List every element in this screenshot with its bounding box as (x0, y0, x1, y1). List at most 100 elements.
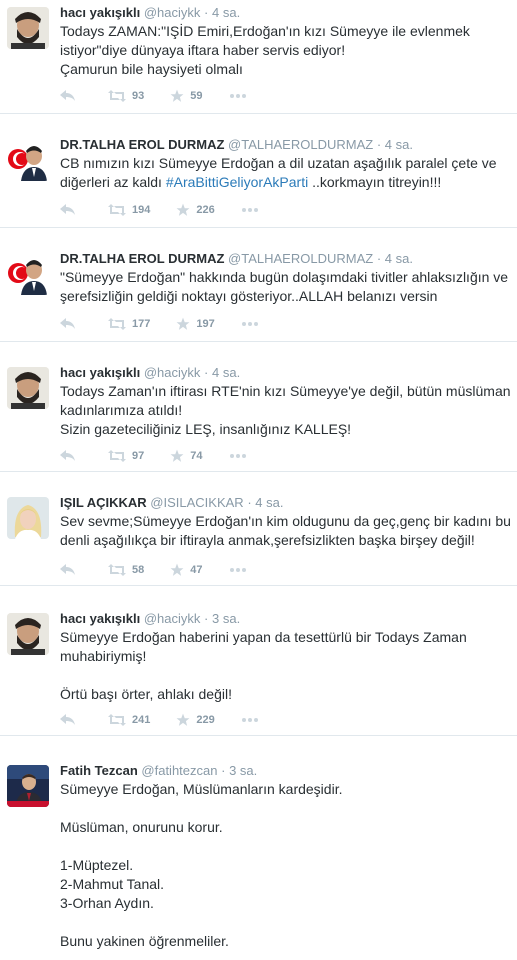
retweet-icon (108, 564, 126, 576)
retweet-count: 177 (132, 318, 151, 330)
avatar[interactable] (7, 765, 49, 807)
reply-icon[interactable] (60, 714, 76, 726)
separator: · (376, 251, 382, 266)
avatar[interactable] (7, 139, 49, 181)
retweet-count: 97 (132, 450, 145, 462)
separator: · (204, 611, 209, 626)
retweet-button[interactable]: 58 (108, 564, 144, 576)
retweet-button[interactable]: 194 (108, 204, 150, 216)
tweet-text: CB nımızın kızı Sümeyye Erdoğan a dil uz… (60, 154, 511, 192)
reply-icon[interactable] (60, 564, 76, 576)
reply-icon[interactable] (60, 90, 76, 102)
author-name[interactable]: DR.TALHA EROL DURMAZ (60, 137, 224, 152)
tweet-text: "Sümeyye Erdoğan" hakkında bugün dolaşım… (60, 269, 512, 304)
favorite-button[interactable]: 226 (176, 203, 215, 217)
tweet[interactable]: hacı yakışıklı @haciykk · 3 sa. Sümeyye … (0, 586, 517, 736)
tweet-actions: 177 197 (60, 315, 259, 333)
retweet-button[interactable]: 177 (108, 318, 150, 330)
retweet-icon (108, 318, 126, 330)
separator: · (247, 495, 252, 510)
reply-icon[interactable] (60, 450, 76, 462)
author-name[interactable]: hacı yakışıklı (60, 5, 140, 20)
more-icon[interactable] (241, 717, 259, 723)
timestamp[interactable]: 3 sa. (229, 763, 257, 778)
more-icon[interactable] (229, 93, 247, 99)
retweet-icon (108, 714, 126, 726)
star-icon (176, 203, 190, 216)
separator: · (204, 5, 209, 20)
retweet-button[interactable]: 241 (108, 714, 150, 726)
star-icon (176, 713, 190, 726)
author-handle[interactable]: @haciykk (144, 365, 201, 380)
tweet[interactable]: Fatih Tezcan @fatihtezcan · 3 sa. Sümeyy… (0, 736, 517, 960)
avatar[interactable] (7, 253, 49, 295)
author-handle[interactable]: @fatihtezcan (141, 763, 217, 778)
author-name[interactable]: Fatih Tezcan (60, 763, 138, 778)
tweet-text: Todays ZAMAN:"IŞİD Emiri,Erdoğan'ın kızı… (60, 23, 470, 77)
favorite-count: 229 (196, 714, 215, 726)
favorite-button[interactable]: 74 (170, 449, 203, 463)
avatar[interactable] (7, 367, 49, 409)
timestamp[interactable]: 4 sa. (385, 251, 413, 266)
favorite-button[interactable]: 47 (170, 563, 203, 577)
favorite-count: 74 (190, 450, 203, 462)
author-handle[interactable]: @haciykk (144, 5, 201, 20)
hashtag-link[interactable]: #AraBittiGeliyorAkParti (166, 174, 308, 190)
retweet-count: 194 (132, 204, 151, 216)
tweet[interactable]: DR.TALHA EROL DURMAZ @TALHAEROLDURMAZ · … (0, 114, 517, 228)
tweet[interactable]: hacı yakışıklı @haciykk · 4 sa. Todays Z… (0, 342, 517, 472)
tweet-text: Todays Zaman'ın iftirası RTE'nin kızı Sü… (60, 383, 511, 437)
favorite-button[interactable]: 229 (176, 713, 215, 727)
retweet-count: 93 (132, 90, 145, 102)
author-handle[interactable]: @TALHAEROLDURMAZ (228, 251, 373, 266)
more-icon[interactable] (241, 321, 259, 327)
favorite-button[interactable]: 197 (176, 317, 215, 331)
favorite-count: 226 (196, 204, 215, 216)
star-icon (170, 563, 184, 576)
author-handle[interactable]: @ISILACIKKAR (150, 495, 243, 510)
retweet-count: 58 (132, 564, 145, 576)
tweet-actions: 97 74 (60, 447, 247, 465)
tweet-text: Sev sevme;Sümeyye Erdoğan'ın kim oldugun… (60, 513, 515, 548)
retweet-icon (108, 90, 126, 102)
author-name[interactable]: hacı yakışıklı (60, 365, 140, 380)
more-icon[interactable] (229, 453, 247, 459)
favorite-count: 59 (190, 90, 203, 102)
tweet-actions: 58 47 (60, 561, 247, 579)
tweet-text-part: ..korkmayın titreyin!!! (308, 174, 442, 190)
timestamp[interactable]: 4 sa. (255, 495, 283, 510)
retweet-button[interactable]: 97 (108, 450, 144, 462)
author-handle[interactable]: @TALHAEROLDURMAZ (228, 137, 373, 152)
tweet-actions: 93 59 (60, 87, 247, 105)
tweet-text: Sümeyye Erdoğan haberini yapan da tesett… (60, 629, 467, 702)
separator: · (376, 137, 382, 152)
timestamp[interactable]: 3 sa. (212, 611, 240, 626)
more-icon[interactable] (229, 567, 247, 573)
separator: · (221, 763, 226, 778)
author-handle[interactable]: @haciykk (144, 611, 201, 626)
timestamp[interactable]: 4 sa. (212, 365, 240, 380)
tweet-actions: 241 229 (60, 711, 259, 729)
tweet[interactable]: hacı yakışıklı @haciykk · 4 sa. Todays Z… (0, 0, 517, 114)
tweet[interactable]: DR.TALHA EROL DURMAZ @TALHAEROLDURMAZ · … (0, 228, 517, 342)
favorite-count: 197 (196, 318, 215, 330)
star-icon (170, 449, 184, 462)
tweet-actions: 194 226 (60, 201, 259, 219)
favorite-button[interactable]: 59 (170, 89, 203, 103)
reply-icon[interactable] (60, 204, 76, 216)
author-name[interactable]: IŞIL AÇIKKAR (60, 495, 147, 510)
timestamp[interactable]: 4 sa. (385, 137, 413, 152)
author-name[interactable]: DR.TALHA EROL DURMAZ (60, 251, 224, 266)
separator: · (204, 365, 209, 380)
avatar[interactable] (7, 497, 49, 539)
retweet-button[interactable]: 93 (108, 90, 144, 102)
tweet[interactable]: IŞIL AÇIKKAR @ISILACIKKAR · 4 sa. Sev se… (0, 472, 517, 586)
retweet-icon (108, 450, 126, 462)
avatar[interactable] (7, 7, 49, 49)
avatar[interactable] (7, 613, 49, 655)
author-name[interactable]: hacı yakışıklı (60, 611, 140, 626)
reply-icon[interactable] (60, 318, 76, 330)
favorite-count: 47 (190, 564, 203, 576)
timestamp[interactable]: 4 sa. (212, 5, 240, 20)
more-icon[interactable] (241, 207, 259, 213)
